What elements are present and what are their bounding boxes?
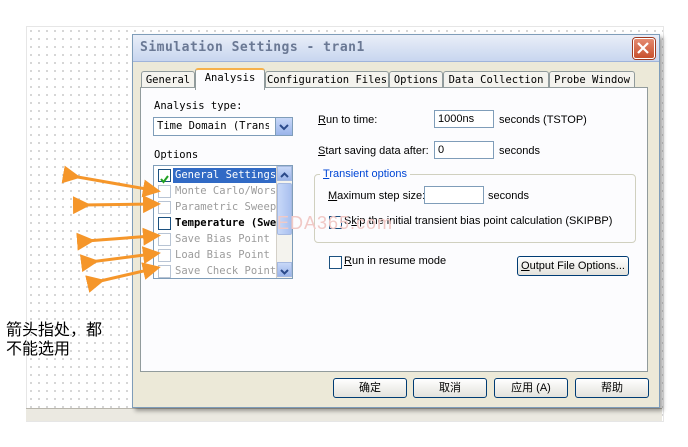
annotation-note: 箭头指处，都 不能选用 [6,320,134,358]
arrow-monte-carlo [61,165,161,198]
arrow-save-bias-point [76,227,161,251]
tab-analysis[interactable]: Analysis [195,68,265,90]
arrow-parametric-sweep [72,195,161,215]
annotation-arrows [61,165,161,293]
arrow-load-bias-point [79,246,161,273]
annotation-line-2: 不能选用 [6,339,71,358]
arrow-save-check-points [85,262,161,293]
annotation-line-1: 箭头指处，都 [6,320,103,339]
